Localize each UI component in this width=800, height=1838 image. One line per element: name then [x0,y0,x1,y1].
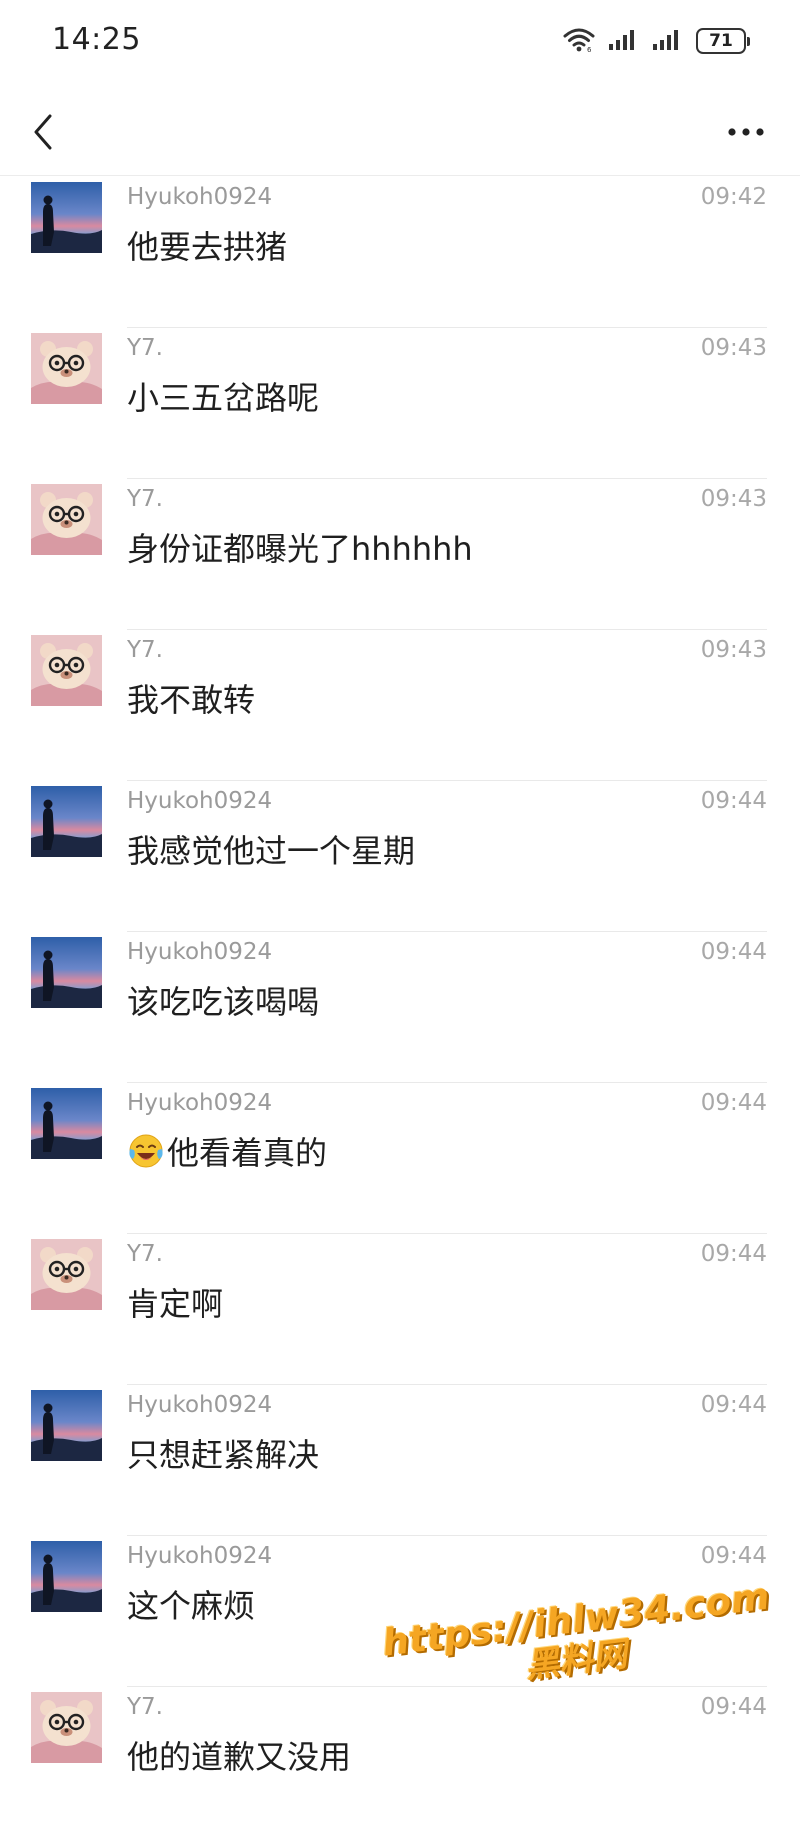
message-text: 该吃吃该喝喝 [127,983,320,1021]
message-time: 09:43 [700,335,767,361]
message-sender: Y7. [127,486,163,512]
back-button[interactable] [22,106,70,158]
avatar-bear-image[interactable] [31,333,102,404]
message-text-line: 该吃吃该喝喝 [127,977,319,1023]
avatar-bear-image[interactable] [31,1239,102,1310]
nav-bar [0,88,800,176]
message-item[interactable]: Hyukoh0924 09:42 他要去拱猪 [0,177,800,328]
message-text: 他看着真的 [167,1134,328,1172]
message-item[interactable]: Y7. 09:43 我不敢转 [0,630,800,781]
message-item[interactable]: Hyukoh0924 09:44 他看着真的 [0,1083,800,1234]
tears-of-joy-emoji-icon [127,1132,165,1170]
avatar-bear-image[interactable] [31,635,102,706]
battery-level: 71 [709,31,733,51]
message-item[interactable]: Hyukoh0924 09:44 该吃吃该喝喝 [0,932,800,1083]
message-time: 09:42 [700,184,767,210]
wifi-icon: 6 [562,25,596,57]
message-time: 09:43 [700,486,767,512]
more-horizontal-icon [716,128,776,158]
avatar-landscape-image[interactable] [31,786,102,857]
message-item[interactable]: Hyukoh0924 09:44 只想赶紧解决 [0,1385,800,1536]
message-item[interactable]: Y7. 09:44 他的道歉又没用 [0,1687,800,1838]
svg-text:6: 6 [587,46,592,53]
message-text-line: 身份证都曝光了hhhhhh [127,524,473,570]
message-text-line: 我不敢转 [127,675,255,721]
message-sender: Y7. [127,1694,163,1720]
signal-icon [652,27,684,55]
message-text-line: 我感觉他过一个星期 [127,826,415,872]
message-text-line: 只想赶紧解决 [127,1430,319,1476]
message-text-line: 他的道歉又没用 [127,1732,351,1778]
avatar-landscape-image[interactable] [31,182,102,253]
message-item[interactable]: Y7. 09:43 小三五岔路呢 [0,328,800,479]
battery-icon: 71 [696,28,750,54]
message-item[interactable]: Y7. 09:43 身份证都曝光了hhhhhh [0,479,800,630]
message-item[interactable]: Hyukoh0924 09:44 我感觉他过一个星期 [0,781,800,932]
message-time: 09:44 [700,939,767,965]
message-sender: Y7. [127,637,163,663]
avatar-landscape-image[interactable] [31,1088,102,1159]
chevron-left-icon [22,114,70,162]
message-item[interactable]: Y7. 09:44 肯定啊 [0,1234,800,1385]
message-text: 身份证都曝光了hhhhhh [127,530,473,568]
message-time: 09:44 [700,1241,767,1267]
message-sender: Y7. [127,1241,163,1267]
message-text-line: 他要去拱猪 [127,222,287,268]
avatar-landscape-image[interactable] [31,1390,102,1461]
message-item[interactable]: Hyukoh0924 09:44 这个麻烦 [0,1536,800,1687]
more-button[interactable] [716,110,776,154]
message-sender: Hyukoh0924 [127,788,273,814]
message-time: 09:44 [700,1392,767,1418]
avatar-landscape-image[interactable] [31,937,102,1008]
message-sender: Hyukoh0924 [127,1543,273,1569]
message-text-line: 这个麻烦 [127,1581,255,1627]
avatar-bear-image[interactable] [31,484,102,555]
message-sender: Hyukoh0924 [127,1090,273,1116]
avatar-landscape-image[interactable] [31,1541,102,1612]
message-text-line: 他看着真的 [127,1128,327,1174]
message-sender: Hyukoh0924 [127,184,273,210]
message-text: 我感觉他过一个星期 [127,832,416,870]
message-list: Hyukoh0924 09:42 他要去拱猪 Y7. 09:43 小三五岔路呢 Y7. 09:… [0,177,800,1838]
signal-icon [608,27,640,55]
message-time: 09:44 [700,1543,767,1569]
message-sender: Y7. [127,335,163,361]
message-text: 我不敢转 [127,681,256,719]
message-text: 小三五岔路呢 [127,379,320,417]
status-time: 14:25 [52,22,141,57]
message-time: 09:44 [700,1090,767,1116]
message-text: 只想赶紧解决 [127,1436,320,1474]
message-text: 他的道歉又没用 [127,1738,352,1776]
avatar-bear-image[interactable] [31,1692,102,1763]
message-time: 09:44 [700,788,767,814]
message-time: 09:43 [700,637,767,663]
status-icons: 6 71 [562,24,750,58]
message-text: 肯定啊 [127,1285,224,1323]
message-text-line: 小三五岔路呢 [127,373,319,419]
status-bar: 14:25 6 71 [0,0,800,88]
message-text-line: 肯定啊 [127,1279,223,1325]
message-text: 这个麻烦 [127,1587,256,1625]
message-text: 他要去拱猪 [127,228,288,266]
message-sender: Hyukoh0924 [127,1392,273,1418]
message-time: 09:44 [700,1694,767,1720]
message-sender: Hyukoh0924 [127,939,273,965]
